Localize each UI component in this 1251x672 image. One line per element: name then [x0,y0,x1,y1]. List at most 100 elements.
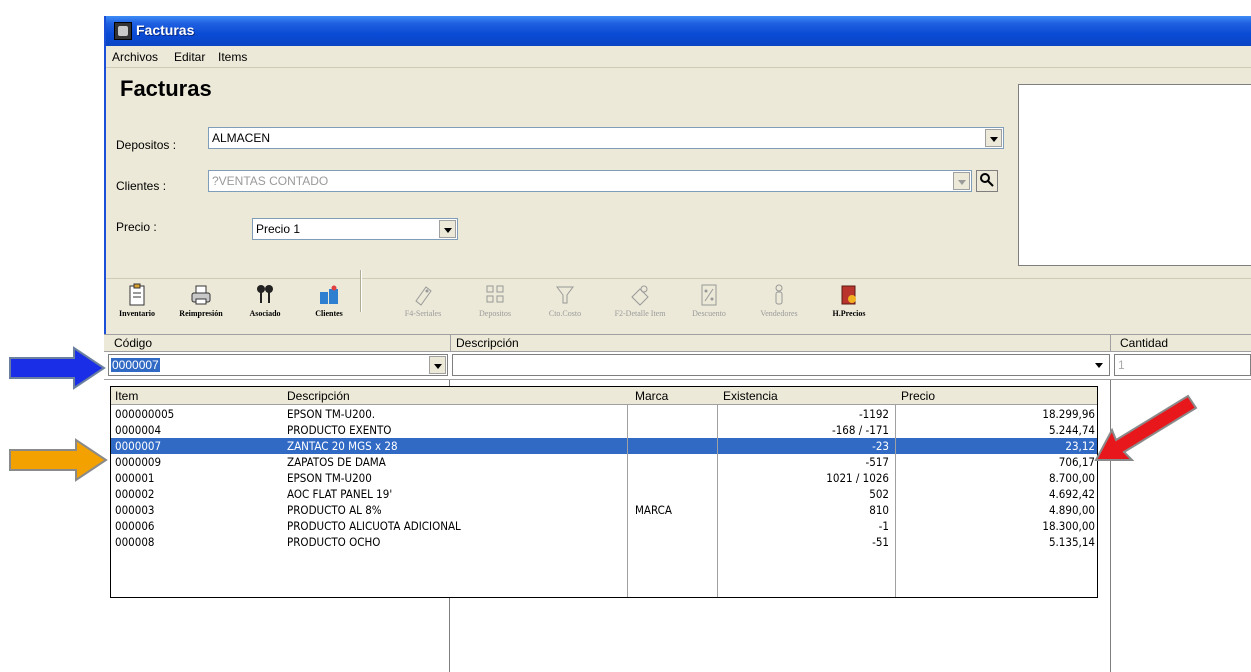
lookup-row[interactable]: 0000009 ZAPATOS DE DAMA -517 706,17 [111,454,1097,470]
precio-select[interactable]: Precio 1 [252,218,458,240]
item-description: PRODUCTO OCHO [287,535,381,549]
clientes-select[interactable]: ?VENTAS CONTADO [208,170,972,192]
item-price: 18.300,00 [1042,519,1095,533]
lookup-header-marca[interactable]: Marca [635,389,668,403]
item-lookup-dropdown[interactable]: Item Descripción Marca Existencia Precio… [110,386,1098,598]
seriales-button[interactable]: F4-Seriales [392,283,454,329]
menu-bar: Archivos Editar Items [106,46,1251,68]
cantidad-value: 1 [1118,358,1125,372]
inventario-button[interactable]: Inventario [106,283,168,329]
clientes-button[interactable]: Clientes [298,283,360,329]
cantidad-header[interactable]: Cantidad [1120,336,1168,350]
window-title: Facturas [136,22,195,38]
item-price: 5.244,74 [1048,423,1095,437]
header-divider[interactable] [1110,335,1111,352]
descripcion-input[interactable] [452,354,1110,376]
depositos-select[interactable]: ALMACEN [208,127,1004,149]
chevron-down-icon[interactable] [429,356,446,374]
item-price: 5.135,14 [1048,535,1095,549]
lookup-row[interactable]: 0000007 ZANTAC 20 MGS x 28 -23 23,12 [111,438,1097,454]
client-search-button[interactable] [976,170,998,192]
depositos-value: ALMACEN [212,131,271,145]
chevron-down-icon[interactable] [953,172,970,190]
precio-label: Precio : [116,220,157,234]
item-code: 000002 [115,487,155,501]
item-stock: -1 [878,519,889,533]
lookup-row[interactable]: 000000005 EPSON TM-U200. -1192 18.299,96 [111,406,1097,422]
lookup-row[interactable]: 0000004 PRODUCTO EXENTO -168 / -171 5.244,7… [111,422,1097,438]
item-price: 706,17 [1058,455,1095,469]
title-bar[interactable]: Facturas [106,16,1251,46]
item-code: 000003 [115,503,155,517]
descripcion-header[interactable]: Descripción [456,336,519,350]
chevron-down-icon[interactable] [985,129,1002,147]
chevron-down-icon[interactable] [1091,356,1108,374]
lookup-row[interactable]: 000008 PRODUCTO OCHO -51 5.135,14 [111,534,1097,550]
item-stock: -517 [865,455,889,469]
lookup-column-line [717,405,718,597]
item-description: ZANTAC 20 MGS x 28 [287,439,398,453]
lookup-header-descripcion[interactable]: Descripción [287,389,350,403]
item-stock: -51 [872,535,889,549]
orange-arrow-annotation [9,438,108,482]
toolbar-separator [360,270,362,312]
precio-value: Precio 1 [256,222,301,236]
codigo-header[interactable]: Código [114,336,152,350]
lookup-row[interactable]: 000001 EPSON TM-U200 1021 / 1026 8.700,00 [111,470,1097,486]
asociado-button[interactable]: Asociado [234,283,296,329]
entry-row: 0000007 1 [104,352,1251,380]
vendedores-label: Vendedores [760,309,798,318]
header-divider[interactable] [450,335,451,352]
lookup-header-item[interactable]: Item [115,389,138,403]
blue-arrow-annotation [9,346,106,390]
descuento-label: Descuento [692,309,726,318]
reimpresion-button[interactable]: Reimpresión [170,283,232,329]
item-description: PRODUCTO AL 8% [287,503,382,517]
clientes-value: ?VENTAS CONTADO [212,174,329,188]
lookup-row[interactable]: 000003 PRODUCTO AL 8% MARCA 810 4.890,00 [111,502,1097,518]
printer-icon [191,285,211,305]
item-price: 4.890,00 [1048,503,1095,517]
menu-items[interactable]: Items [218,50,247,64]
reimpresion-label: Reimpresión [179,309,223,318]
depositos-label: Depositos : [116,138,177,152]
cantidad-input[interactable]: 1 [1114,354,1251,376]
item-description: AOC FLAT PANEL 19' [287,487,393,501]
percent-icon [701,284,717,306]
image-preview-panel [1018,84,1251,266]
lookup-row[interactable]: 000002 AOC FLAT PANEL 19' 502 4.692,42 [111,486,1097,502]
item-price: 8.700,00 [1048,471,1095,485]
clipboard-icon [129,283,145,306]
item-price: 23,12 [1065,439,1095,453]
lookup-row[interactable]: 000006 PRODUCTO ALICUOTA ADICIONAL -1 18.30… [111,518,1097,534]
item-description: EPSON TM-U200 [287,471,372,485]
menu-archivos[interactable]: Archivos [112,50,158,64]
menu-editar[interactable]: Editar [174,50,205,64]
lookup-header: Item Descripción Marca Existencia Precio [111,387,1097,405]
chevron-down-icon[interactable] [439,220,456,238]
depositos-button[interactable]: Depositos [464,283,526,329]
tag-icon [415,286,432,306]
item-description: PRODUCTO ALICUOTA ADICIONAL [287,519,461,533]
item-code: 000001 [115,471,155,485]
item-code: 0000009 [115,455,162,469]
item-stock: -1192 [858,407,889,421]
detalle-item-button[interactable]: F2-Detalle Item [604,283,676,329]
lookup-column-line [627,405,628,597]
lookup-header-precio[interactable]: Precio [901,389,935,403]
codigo-input[interactable]: 0000007 [108,354,448,376]
item-stock: -23 [872,439,889,453]
descuento-button[interactable]: Descuento [678,283,740,329]
item-description: ZAPATOS DE DAMA [287,455,386,469]
lookup-header-existencia[interactable]: Existencia [723,389,778,403]
cto-costo-button[interactable]: Cto.Costo [534,283,596,329]
h-precios-label: H.Precios [832,309,866,318]
h-precios-button[interactable]: H.Precios [818,283,880,329]
asociado-label: Asociado [249,309,281,318]
item-stock: 502 [869,487,889,501]
cto-costo-label: Cto.Costo [548,309,582,318]
clientes-label: Clientes : [116,179,167,193]
vendedores-button[interactable]: Vendedores [748,283,810,329]
page-title: Facturas [120,76,212,101]
item-code: 0000007 [115,439,162,453]
